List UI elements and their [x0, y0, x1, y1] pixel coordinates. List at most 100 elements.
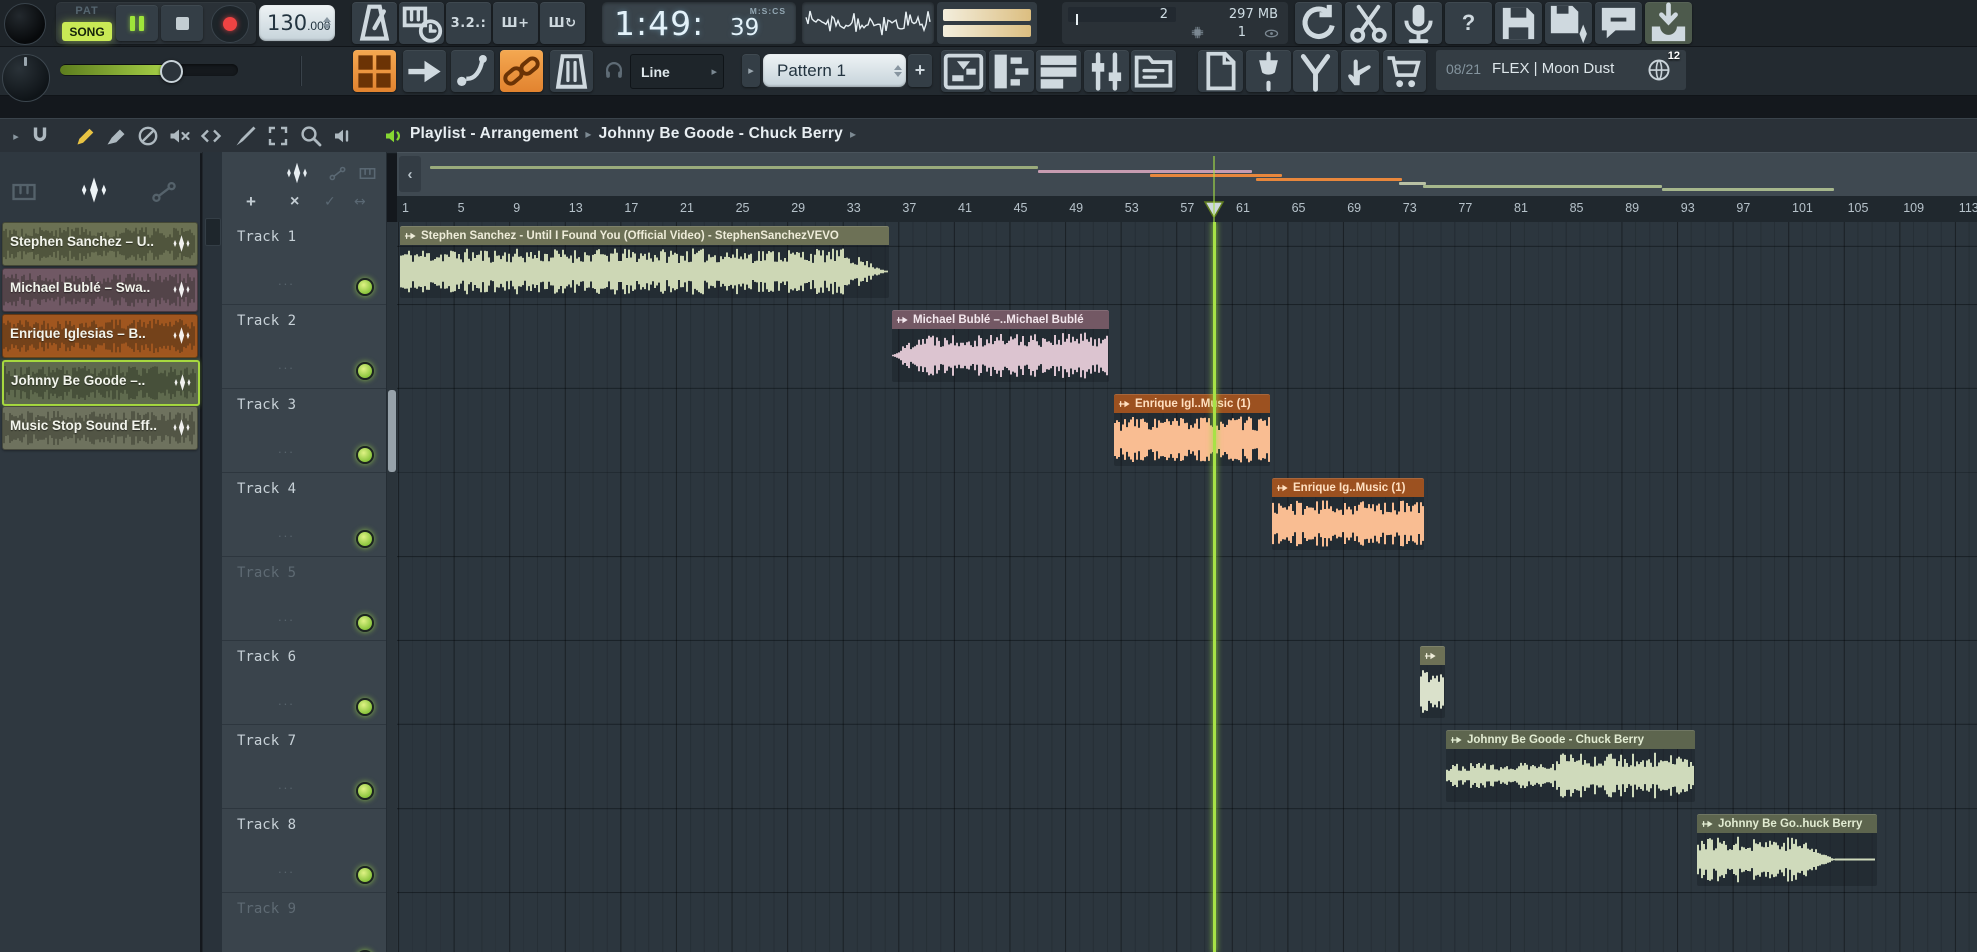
track-enable-led[interactable] — [356, 698, 374, 716]
slide-button[interactable] — [451, 50, 494, 92]
close-button[interactable]: × — [290, 193, 299, 211]
playlist-grid[interactable]: Stephen Sanchez - Until I Found You (Off… — [397, 222, 1977, 952]
timeline-ruler[interactable]: 1591317212529333741454953576165697377818… — [397, 196, 1977, 223]
clip-header[interactable]: Johnny Be Go..huck Berry — [1697, 814, 1877, 833]
track-enable-led[interactable] — [356, 530, 374, 548]
pattern-mode-button[interactable] — [353, 50, 396, 92]
track-enable-led[interactable] — [356, 362, 374, 380]
cut-tool-button[interactable] — [1345, 2, 1392, 44]
track-options-dots[interactable]: ... — [278, 945, 295, 952]
track-name[interactable]: Track 9 — [237, 901, 296, 917]
typing-keyboard-button[interactable] — [550, 50, 593, 92]
tuner-button[interactable] — [1293, 50, 1338, 92]
track-enable-led[interactable] — [356, 866, 374, 884]
track-header[interactable]: Track 4... — [222, 472, 386, 557]
check-icon[interactable]: ✓ — [324, 194, 336, 210]
picker-tab-audio-icon[interactable] — [78, 174, 110, 206]
track-options-dots[interactable]: ... — [278, 609, 295, 624]
track-header[interactable]: Track 3... — [222, 388, 386, 473]
track-header[interactable]: Track 6... — [222, 640, 386, 725]
volume-slider-thumb[interactable] — [160, 60, 183, 83]
playlist-clip[interactable]: Michael Bublé –..Michael Bublé — [892, 310, 1109, 382]
track-header[interactable]: Track 9... — [222, 892, 386, 952]
delete-tool-icon[interactable] — [136, 124, 160, 148]
picker-item[interactable]: Johnny Be Goode –.. — [2, 360, 200, 406]
time-display[interactable]: 1:49: 39 M:S:CS — [602, 2, 796, 44]
track-options-dots[interactable]: ... — [278, 525, 295, 540]
track-header[interactable]: Track 1... — [222, 220, 386, 305]
arrangement-name[interactable]: Johnny Be Goode - Chuck Berry — [599, 125, 843, 142]
picker-item[interactable]: Michael Bublé – Swa.. — [2, 268, 198, 312]
piano-roll-button[interactable] — [989, 50, 1034, 92]
playhead-line[interactable] — [1213, 222, 1216, 952]
song-preview-speaker-icon[interactable] — [382, 124, 406, 148]
playlist-clip[interactable]: Enrique Ig..Music (1) — [1272, 478, 1424, 550]
automation-icon[interactable] — [328, 164, 347, 183]
track-header[interactable]: Track 8... — [222, 808, 386, 893]
pattern-icon[interactable] — [358, 164, 377, 183]
plugin-database-button[interactable] — [1246, 50, 1291, 92]
clip-header[interactable] — [1420, 646, 1445, 665]
blend-recording-button[interactable]: Ш+ — [493, 2, 538, 44]
playlist-overview-strip[interactable]: ‹ — [397, 152, 1977, 197]
scroll-back-button[interactable]: ‹ — [399, 156, 421, 192]
clip-header[interactable]: Enrique Ig..Music (1) — [1272, 478, 1424, 497]
pattern-picker-arrow[interactable]: ▸ — [742, 54, 760, 87]
clip-header[interactable]: Enrique Igl..Music (1) — [1114, 394, 1270, 413]
picker-item[interactable]: Music Stop Sound Eff.. — [2, 406, 198, 450]
playlist-menu-arrow[interactable]: ▸ — [4, 124, 28, 148]
picker-item[interactable]: Enrique Iglesias – B.. — [2, 314, 198, 358]
mixer-button[interactable] — [1084, 50, 1129, 92]
song-mode-button[interactable]: SONG — [62, 22, 112, 41]
clip-header[interactable]: Johnny Be Goode - Chuck Berry — [1446, 730, 1695, 749]
track-options-dots[interactable]: ... — [278, 693, 295, 708]
track-name[interactable]: Track 7 — [237, 733, 296, 749]
playlist-clip[interactable]: Johnny Be Goode - Chuck Berry — [1446, 730, 1695, 802]
snap-magnet-icon[interactable] — [28, 124, 52, 148]
plugin-picker-button[interactable] — [1198, 50, 1243, 92]
clip-header[interactable]: Michael Bublé –..Michael Bublé — [892, 310, 1109, 329]
picker-scrollbar[interactable] — [202, 152, 224, 952]
pat-mode-button[interactable]: PAT — [62, 5, 112, 17]
main-volume-slider[interactable] — [60, 64, 238, 76]
metronome-button[interactable] — [352, 2, 397, 44]
monitor-select-dropdown[interactable]: Line ▸ — [630, 54, 724, 89]
picker-tab-automation-icon[interactable] — [150, 178, 178, 206]
play-pause-button[interactable] — [116, 5, 158, 41]
clip-header[interactable]: Stephen Sanchez - Until I Found You (Off… — [400, 226, 889, 245]
track-options-dots[interactable]: ... — [278, 861, 295, 876]
playback-tool-icon[interactable] — [331, 124, 355, 148]
record-button[interactable] — [211, 5, 249, 43]
playlist-clip[interactable]: Stephen Sanchez - Until I Found You (Off… — [400, 226, 889, 298]
loop-record-button[interactable]: Ш↻ — [540, 2, 585, 44]
slice-tool-icon[interactable] — [233, 124, 257, 148]
feedback-button[interactable] — [1595, 2, 1642, 44]
help-button[interactable]: ? — [1445, 2, 1492, 44]
track-name[interactable]: Track 2 — [237, 313, 296, 329]
track-name[interactable]: Track 1 — [237, 229, 296, 245]
track-options-dots[interactable]: ... — [278, 357, 295, 372]
shop-button[interactable] — [1383, 50, 1426, 92]
vertical-scrollbar-thumb[interactable] — [388, 390, 396, 472]
eye-icon[interactable] — [1263, 25, 1280, 42]
pattern-selector[interactable]: Pattern 1 — [763, 54, 906, 87]
undo-button[interactable] — [1295, 2, 1342, 44]
picker-tab-patterns-icon[interactable] — [10, 178, 38, 206]
track-options-dots[interactable]: ... — [278, 273, 295, 288]
playlist-clip[interactable] — [1420, 646, 1445, 718]
track-options-dots[interactable]: ... — [278, 777, 295, 792]
export-button[interactable] — [1645, 2, 1692, 44]
song-mode-arrow-button[interactable] — [403, 50, 446, 92]
mute-tool-icon[interactable] — [167, 124, 191, 148]
clip-source-icon[interactable] — [284, 160, 310, 186]
draw-tool-icon[interactable] — [74, 124, 98, 148]
track-name[interactable]: Track 4 — [237, 481, 296, 497]
recording-panel-button[interactable] — [1395, 2, 1442, 44]
touch-button[interactable] — [1341, 50, 1379, 92]
add-pattern-button[interactable]: + — [908, 54, 932, 87]
tempo-spinner[interactable] — [323, 17, 331, 29]
playlist-clip[interactable]: Enrique Igl..Music (1) — [1114, 394, 1270, 466]
resize-icon[interactable]: ↔ — [354, 194, 366, 210]
track-header[interactable]: Track 2... — [222, 304, 386, 389]
select-tool-icon[interactable] — [266, 124, 290, 148]
